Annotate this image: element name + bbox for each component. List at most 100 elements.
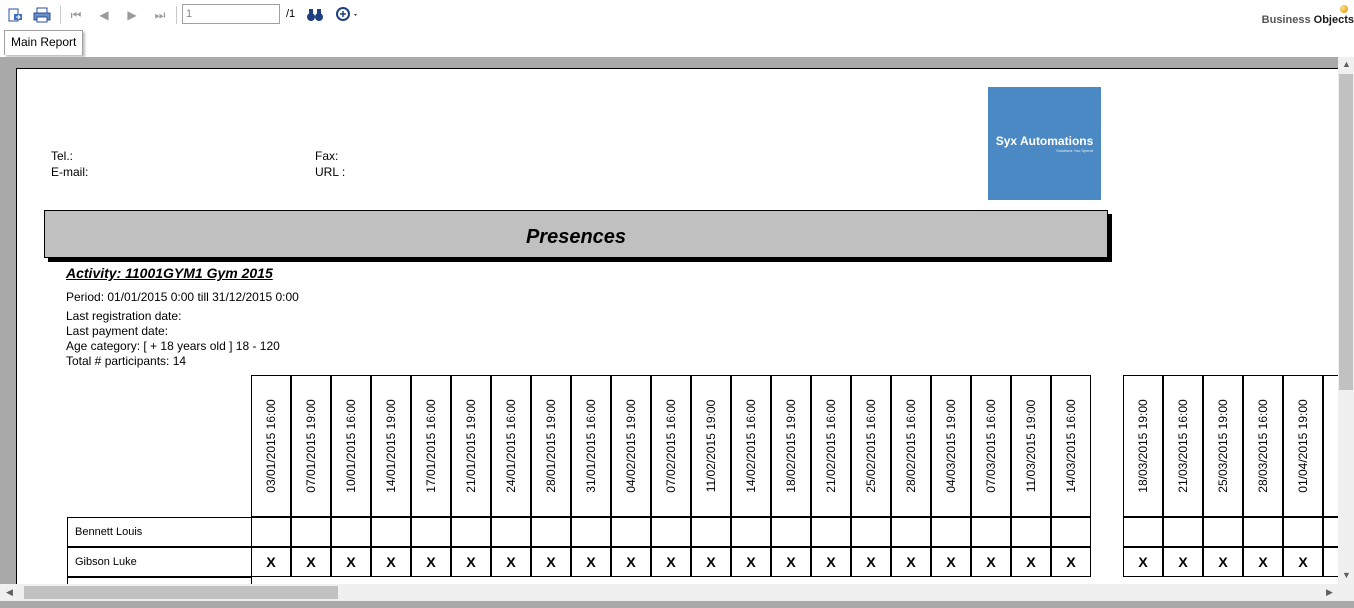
date-header: 21/01/2015 19:00	[451, 375, 491, 517]
date-header: 07/02/2015 16:00	[651, 375, 691, 517]
email-label: E-mail:	[51, 165, 89, 179]
date-header: 07/01/2015 19:00	[291, 375, 331, 517]
date-header: 25/03/2015 19:00	[1203, 375, 1243, 517]
presence-cell: X	[811, 547, 851, 577]
date-header: 07/03/2015 16:00	[971, 375, 1011, 517]
date-header-label: 25/03/2015 19:00	[1216, 399, 1230, 493]
presence-cell	[651, 517, 691, 547]
presence-cell: X	[891, 547, 931, 577]
page-total-label: /1	[286, 8, 296, 20]
presence-cell	[291, 517, 331, 547]
tel-label: Tel.:	[51, 149, 74, 163]
date-header-label: 28/02/2015 16:00	[904, 399, 918, 493]
page-number-input[interactable]	[182, 4, 280, 24]
report-title-band: Presences	[44, 210, 1108, 258]
date-header-label: 31/01/2015 16:00	[584, 399, 598, 493]
presence-cell: X	[651, 547, 691, 577]
date-header: 14/03/2015 16:00	[1051, 375, 1091, 517]
date-header-label: 07/01/2015 19:00	[304, 399, 318, 493]
zoom-icon[interactable]	[333, 5, 361, 25]
date-header: 10/01/2015 16:00	[331, 375, 371, 517]
presence-cell: X	[1203, 547, 1243, 577]
date-header: 18/02/2015 19:00	[771, 375, 811, 517]
scroll-left-icon[interactable]: ◀	[6, 587, 13, 598]
presence-cell: X	[1163, 547, 1203, 577]
vertical-scroll-thumb[interactable]	[1339, 74, 1353, 390]
date-header-label: 17/01/2015 16:00	[424, 399, 438, 493]
presence-cell	[1323, 547, 1339, 577]
date-header-label: 10/01/2015 16:00	[344, 399, 358, 493]
presence-cell: X	[1123, 547, 1163, 577]
tab-main-report[interactable]: Main Report	[4, 30, 84, 55]
date-header-label: 11/03/2015 19:00	[1024, 399, 1038, 493]
presence-cell: X	[571, 547, 611, 577]
presence-cell: X	[1243, 547, 1283, 577]
first-page-icon[interactable]: ⏮	[66, 5, 86, 25]
total-participants-text: Total # participants: 14	[66, 354, 187, 368]
presence-cell	[891, 517, 931, 547]
horizontal-scrollbar[interactable]: ◀ ▶	[0, 584, 1354, 601]
export-icon[interactable]	[5, 5, 25, 25]
scroll-up-icon[interactable]: ▲	[1342, 59, 1351, 69]
date-header: 01/04/2015 19:00	[1283, 375, 1323, 517]
date-header-label: 07/03/2015 16:00	[984, 399, 998, 493]
date-header-label: 21/01/2015 19:00	[464, 399, 478, 493]
presence-cell	[971, 517, 1011, 547]
url-label: URL :	[315, 165, 346, 179]
presence-cell	[1163, 517, 1203, 547]
date-header-label: 11/02/2015 19:00	[704, 399, 718, 493]
date-header: 03/01/2015 16:00	[251, 375, 291, 517]
report-page: Tel.: Fax: E-mail: URL : Syx Automations…	[16, 68, 1339, 585]
scroll-down-icon[interactable]: ▼	[1342, 570, 1351, 580]
presence-cell: X	[971, 547, 1011, 577]
vertical-scrollbar[interactable]: ▲ ▼	[1338, 57, 1354, 584]
presence-cell: X	[451, 547, 491, 577]
date-header-label: 18/02/2015 19:00	[784, 399, 798, 493]
tab-bar: Main Report	[0, 30, 1354, 58]
presence-cell: X	[251, 547, 291, 577]
date-header-label: 25/02/2015 16:00	[864, 399, 878, 493]
scroll-right-icon[interactable]: ▶	[1326, 587, 1333, 598]
toolbar: ⏮ ◀ ▶ ⏭ /1 Business Objects	[0, 0, 1354, 30]
presence-cell: X	[731, 547, 771, 577]
presence-cell	[251, 517, 291, 547]
date-header: 14/01/2015 19:00	[371, 375, 411, 517]
presence-cell: X	[1051, 547, 1091, 577]
presence-cell	[371, 517, 411, 547]
date-header: 18/03/2015 19:00	[1123, 375, 1163, 517]
date-header: 04/04/2015	[1323, 375, 1339, 517]
date-header-label: 03/01/2015 16:00	[264, 399, 278, 493]
presence-cell	[771, 517, 811, 547]
last-page-icon[interactable]: ⏭	[150, 5, 170, 25]
presence-cell	[691, 517, 731, 547]
date-header: 28/01/2015 19:00	[531, 375, 571, 517]
horizontal-scroll-thumb[interactable]	[24, 586, 338, 599]
date-header-label: 07/02/2015 16:00	[664, 399, 678, 493]
previous-page-icon[interactable]: ◀	[94, 5, 114, 25]
date-header-label: 24/01/2015 16:00	[504, 399, 518, 493]
participant-name: Bennett Louis	[67, 517, 252, 547]
presence-cell	[531, 517, 571, 547]
activity-heading: Activity: 11001GYM1 Gym 2015	[66, 265, 273, 281]
presence-cell: X	[851, 547, 891, 577]
fax-label: Fax:	[315, 149, 339, 163]
presence-cell	[811, 517, 851, 547]
presence-cell	[331, 517, 371, 547]
presence-cell: X	[611, 547, 651, 577]
presence-cell: X	[491, 547, 531, 577]
binoculars-search-icon[interactable]	[305, 5, 325, 25]
presence-cell	[1323, 517, 1339, 547]
date-header: 11/03/2015 19:00	[1011, 375, 1051, 517]
toolbar-separator	[60, 6, 61, 24]
presence-cell	[1283, 517, 1323, 547]
participant-name: Gibson Luke	[67, 547, 252, 577]
next-page-icon[interactable]: ▶	[122, 5, 142, 25]
date-header: 25/02/2015 16:00	[851, 375, 891, 517]
presence-cell: X	[371, 547, 411, 577]
date-header: 11/02/2015 19:00	[691, 375, 731, 517]
date-header-label: 14/03/2015 16:00	[1064, 399, 1078, 493]
presence-cell: X	[291, 547, 331, 577]
toolbar-separator	[176, 6, 177, 24]
printer-icon[interactable]	[32, 5, 52, 25]
presence-cell: X	[931, 547, 971, 577]
